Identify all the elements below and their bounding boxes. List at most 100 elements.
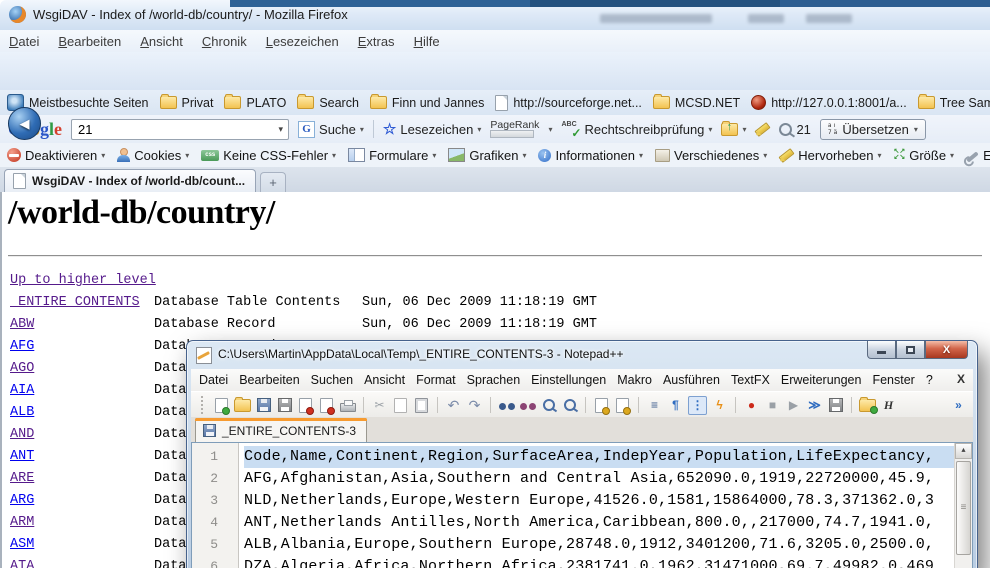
entry-link[interactable]: ASM <box>10 537 34 552</box>
npp-menu-ausfuehren[interactable]: Ausführen <box>663 373 720 387</box>
devbar-hervorheben[interactable]: Hervorheben▾ <box>779 148 881 163</box>
textfx-icon[interactable]: H <box>880 397 897 414</box>
redo-icon[interactable]: ↷ <box>466 397 483 414</box>
stop-macro-icon[interactable]: ■ <box>764 397 781 414</box>
entry-link[interactable]: ARG <box>10 493 34 508</box>
npp-menu-fenster[interactable]: Fenster <box>872 373 914 387</box>
entry-link[interactable]: AGO <box>10 361 34 376</box>
minimize-button[interactable] <box>867 341 896 359</box>
menu-ansicht[interactable]: Ansicht <box>140 34 183 49</box>
back-button[interactable]: ◀ <box>8 107 41 140</box>
devbar-extras[interactable]: Extras▾ <box>966 148 990 163</box>
close-button[interactable]: X <box>925 341 968 359</box>
close-file-icon[interactable] <box>297 397 314 414</box>
npp-menu-erweiterungen[interactable]: Erweiterungen <box>781 373 862 387</box>
highlighter-icon[interactable] <box>755 122 771 137</box>
bookmark-privat[interactable]: Privat <box>160 96 214 110</box>
google-bookmarks-button[interactable]: ☆Lesezeichen▾ <box>383 120 481 138</box>
show-symbols-icon[interactable]: ¶ <box>667 397 684 414</box>
menu-hilfe[interactable]: Hilfe <box>414 34 440 49</box>
new-tab-button[interactable]: + <box>260 172 286 192</box>
new-file-icon[interactable] <box>213 397 230 414</box>
pagerank-indicator[interactable]: PageRank <box>490 120 539 138</box>
entry-link[interactable]: ENTIRE CONTENTS <box>10 295 140 310</box>
close-all-icon[interactable] <box>318 397 335 414</box>
npp-menu-textfx[interactable]: TextFX <box>731 373 770 387</box>
sync-horizontal-icon[interactable] <box>614 397 631 414</box>
menu-chronik[interactable]: Chronik <box>202 34 247 49</box>
menu-extras[interactable]: Extras <box>358 34 395 49</box>
editor-line[interactable]: AFG,Afghanistan,Asia,Southern and Centra… <box>244 468 954 490</box>
editor-line[interactable]: Code,Name,Continent,Region,SurfaceArea,I… <box>244 446 954 468</box>
npp-menu-sprachen[interactable]: Sprachen <box>467 373 521 387</box>
entry-link[interactable]: ARM <box>10 515 34 530</box>
entry-link[interactable]: ATA <box>10 559 34 568</box>
indent-guide-icon[interactable]: ⋮ <box>688 396 707 415</box>
run-icon[interactable] <box>859 397 876 414</box>
bookmark-finn-und-jannes[interactable]: Finn und Jannes <box>370 96 484 110</box>
save-all-icon[interactable] <box>276 397 293 414</box>
scrollbar[interactable]: ▲ ≡ <box>954 443 972 568</box>
bookmark-mcsd[interactable]: MCSD.NET <box>653 96 740 110</box>
zoom-indicator[interactable]: 21 <box>779 122 810 137</box>
npp-menu-makro[interactable]: Makro <box>617 373 652 387</box>
text-editor[interactable]: 1Code,Name,Continent,Region,SurfaceArea,… <box>191 442 973 568</box>
devbar-cookies[interactable]: Cookies▾ <box>117 148 189 163</box>
notepad-titlebar[interactable]: C:\Users\Martin\AppData\Local\Temp\_ENTI… <box>187 341 977 369</box>
bookmark-sourceforge[interactable]: http://sourceforge.net... <box>495 95 642 111</box>
send-to-button[interactable]: ↑▾ <box>721 123 746 136</box>
scrollbar-up-icon[interactable]: ▲ <box>955 443 972 459</box>
record-macro-icon[interactable]: ● <box>743 397 760 414</box>
bookmark-tree-samples[interactable]: Tree Samples <box>918 96 990 110</box>
devbar-grafiken[interactable]: Grafiken▾ <box>448 148 526 163</box>
menu-bearbeiten[interactable]: Bearbeiten <box>58 34 121 49</box>
entry-link[interactable]: ARE <box>10 471 34 486</box>
run-macro-multiple-icon[interactable]: ≫ <box>806 397 823 414</box>
copy-icon[interactable] <box>392 397 409 414</box>
sync-vertical-icon[interactable] <box>593 397 610 414</box>
zoom-out-icon[interactable] <box>561 397 578 414</box>
search-dropdown-icon[interactable]: ▾ <box>279 124 284 135</box>
toolbar-overflow-icon[interactable]: » <box>950 397 967 414</box>
bookmark-plato[interactable]: PLATO <box>224 96 286 110</box>
menu-datei[interactable]: Datei <box>9 34 39 49</box>
scrollbar-thumb[interactable]: ≡ <box>956 461 971 555</box>
editor-line[interactable]: NLD,Netherlands,Europe,Western Europe,41… <box>244 490 954 512</box>
entry-link[interactable]: ABW <box>10 317 34 332</box>
npp-menu-help[interactable]: ? <box>926 373 933 387</box>
entry-link[interactable]: ALB <box>10 405 34 420</box>
entry-link[interactable]: AIA <box>10 383 34 398</box>
google-search-button[interactable]: GSuche▾ <box>298 121 364 138</box>
cut-icon[interactable]: ✂ <box>371 397 388 414</box>
devbar-informationen[interactable]: iInformationen▾ <box>538 148 643 163</box>
up-to-higher-level-link[interactable]: Up to higher level <box>10 273 156 288</box>
npp-menu-bearbeiten[interactable]: Bearbeiten <box>239 373 299 387</box>
devbar-formulare[interactable]: Formulare▾ <box>348 148 436 163</box>
google-search-input[interactable]: 21▾ <box>71 119 289 140</box>
npp-menu-format[interactable]: Format <box>416 373 456 387</box>
editor-line[interactable]: ALB,Albania,Europe,Southern Europe,28748… <box>244 534 954 556</box>
paste-icon[interactable] <box>413 397 430 414</box>
entry-link[interactable]: AND <box>10 427 34 442</box>
spellcheck-button[interactable]: ABC✓Rechtschreibprüfung▾ <box>561 121 712 137</box>
replace-icon[interactable] <box>519 397 536 414</box>
tab-wsgidav[interactable]: WsgiDAV - Index of /world-db/count... <box>4 169 256 192</box>
restore-button[interactable] <box>896 341 925 359</box>
translate-button[interactable]: a ı 7 äÜbersetzen▾ <box>820 119 926 140</box>
print-icon[interactable] <box>339 397 356 414</box>
entry-link[interactable]: AFG <box>10 339 34 354</box>
function-completion-icon[interactable]: ϟ <box>711 397 728 414</box>
npp-menu-datei[interactable]: Datei <box>199 373 228 387</box>
document-close-icon[interactable]: X <box>957 372 965 386</box>
npp-menu-suchen[interactable]: Suchen <box>311 373 353 387</box>
zoom-in-icon[interactable] <box>540 397 557 414</box>
devbar-verschiedenes[interactable]: Verschiedenes▾ <box>655 148 767 163</box>
devbar-css[interactable]: cssKeine CSS-Fehler▾ <box>201 148 336 163</box>
firefox-titlebar[interactable]: WsgiDAV - Index of /world-db/country/ - … <box>0 0 990 31</box>
bookmark-search[interactable]: Search <box>297 96 359 110</box>
tab-entire-contents-3[interactable]: _ENTIRE_CONTENTS-3 <box>195 418 367 442</box>
play-macro-icon[interactable]: ▶ <box>785 397 802 414</box>
devbar-deaktivieren[interactable]: Deaktivieren▾ <box>7 148 105 163</box>
menu-lesezeichen[interactable]: Lesezeichen <box>266 34 339 49</box>
devbar-groesse[interactable]: ↖↗ ↙↘Größe▾ <box>893 148 954 163</box>
